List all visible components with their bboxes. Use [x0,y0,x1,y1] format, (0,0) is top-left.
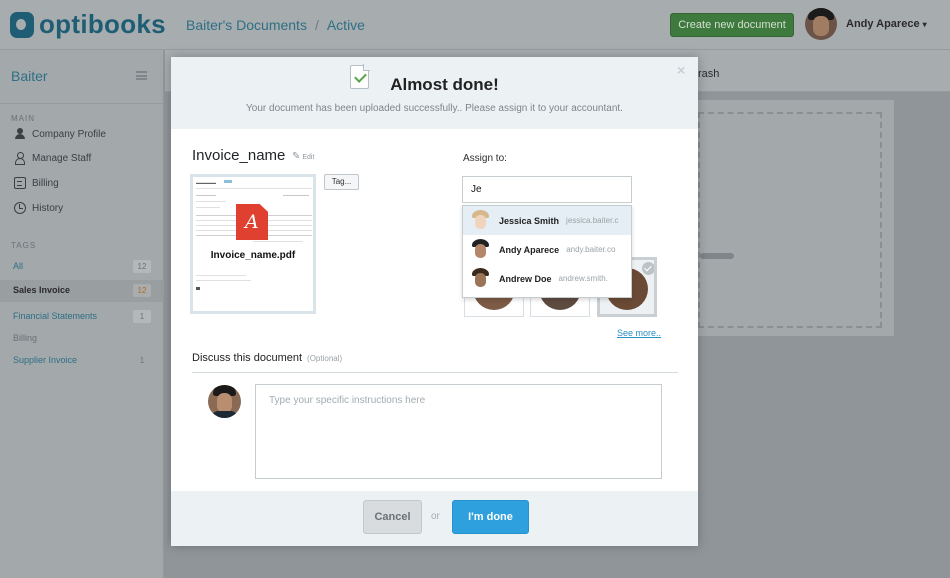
breadcrumb-separator: / [314,17,319,33]
assign-suggestions: Jessica Smith jessica.baiter.c Andy Apar… [462,205,632,298]
user-name: Andy Aparece [846,18,920,30]
sidebar-item-label: Manage Staff [32,152,92,164]
suggestion-email: andy.baiter.co [566,245,616,254]
sidebar-tags-heading: TAGS [11,241,37,250]
sidebar-item-billing[interactable]: Billing [14,177,59,189]
sidebar-item-label: Billing [32,177,59,189]
edit-link[interactable]: ✎ Edit [292,151,314,162]
tag-button[interactable]: Tag... [324,174,359,190]
suggestion-name: Andrew Doe [499,273,552,284]
close-icon[interactable]: × [677,62,685,78]
pencil-icon: ✎ [292,151,301,162]
suggestion-item[interactable]: Jessica Smith jessica.baiter.c [463,206,631,235]
suggestion-email: andrew.smith. [558,274,608,283]
check-icon [642,262,654,275]
person-icon [14,128,26,140]
logo-text: optibooks [39,9,166,39]
assign-label: Assign to: [463,153,507,164]
trash-tab[interactable]: rash [698,68,719,80]
avatar [470,268,491,289]
breadcrumb-folder[interactable]: Baiter's Documents [186,17,307,33]
tag-label: Billing [13,333,38,343]
upload-progress [700,253,734,259]
sidebar-item-label: History [32,202,64,214]
caret-down-icon: ▾ [922,20,927,29]
user-menu[interactable]: Andy Aparece ▾ [846,18,927,30]
done-button[interactable]: I'm done [452,500,529,534]
discuss-heading: Discuss this document (Optional) [192,352,342,364]
sidebar-item-manage-staff[interactable]: Manage Staff [14,152,92,165]
sidebar-divider [0,103,164,104]
see-more-link[interactable]: See more.. [617,328,661,338]
breadcrumb-current[interactable]: Active [327,17,365,33]
tag-count: 1 [133,310,151,323]
sidebar-main-heading: MAIN [11,114,35,123]
suggestion-name: Andy Aparece [499,244,560,255]
history-icon [14,202,26,214]
avatar [470,239,491,260]
create-document-button[interactable]: Create new document [670,13,794,37]
tag-item-supplier-invoice[interactable]: Supplier Invoice 1 [0,350,164,372]
sidebar-title: Baiter [11,68,48,84]
modal-subtitle: Your document has been uploaded successf… [246,103,623,114]
logo[interactable]: optibooks [10,9,166,40]
tag-label: Sales Invoice [13,285,71,295]
or-label: or [431,511,440,522]
logo-mark-icon [10,11,34,38]
sidebar-item-company-profile[interactable]: Company Profile [14,128,106,140]
assign-modal: Almost done! Your document has been uplo… [171,57,698,546]
cancel-button[interactable]: Cancel [363,500,422,534]
pdf-icon [236,204,268,240]
tag-item-billing[interactable]: Billing [0,328,164,350]
suggestion-name: Jessica Smith [499,215,560,226]
menu-icon[interactable] [136,71,147,80]
optional-label: (Optional) [307,354,343,363]
tag-label: Financial Statements [13,311,98,321]
tag-item-all[interactable]: All 12 [0,256,164,278]
tag-item-financial-statements[interactable]: Financial Statements 1 [0,306,164,328]
preview-filename: Invoice_name.pdf [210,250,296,261]
modal-footer: Cancel or I'm done [171,491,698,546]
sidebar-item-history[interactable]: History [14,202,63,214]
tag-item-sales-invoice[interactable]: Sales Invoice 12 [0,280,164,302]
preview-badge [224,180,232,183]
user-avatar[interactable] [805,8,837,40]
sidebar-item-label: Company Profile [32,128,106,140]
edit-label: Edit [302,154,315,161]
assign-search-input[interactable]: Je [462,176,632,203]
tag-label: Supplier Invoice [13,355,78,365]
file-name: Invoice_name [192,147,286,164]
modal-title: Almost done! [390,75,499,94]
tag-count: 12 [133,260,151,273]
current-user-avatar [208,385,241,418]
tag-label: All [13,261,24,271]
avatar [470,210,491,231]
tag-count: 12 [133,284,151,297]
staff-icon [14,152,26,165]
breadcrumb: Baiter's Documents / Active [186,17,365,33]
document-preview[interactable]: ▬▬▬▬▬ Invoice_name.pdf [190,174,316,314]
discuss-label: Discuss this document [192,352,303,364]
sidebar: Baiter MAIN Company Profile Manage Staff… [0,50,164,578]
preview-logo: ▬▬▬▬▬ [196,180,216,185]
suggestion-item[interactable]: Andrew Doe andrew.smith. [463,264,631,293]
billing-icon [14,177,26,189]
instructions-textarea[interactable] [255,384,662,479]
modal-header: Almost done! Your document has been uplo… [171,57,698,129]
tag-count: 1 [139,356,145,365]
drop-zone[interactable] [698,112,882,328]
suggestion-email: jessica.baiter.c [566,216,619,225]
suggestion-item[interactable]: Andy Aparece andy.baiter.co [463,235,631,264]
top-bar: optibooks Baiter's Documents / Active Cr… [0,0,950,50]
divider [192,372,678,373]
